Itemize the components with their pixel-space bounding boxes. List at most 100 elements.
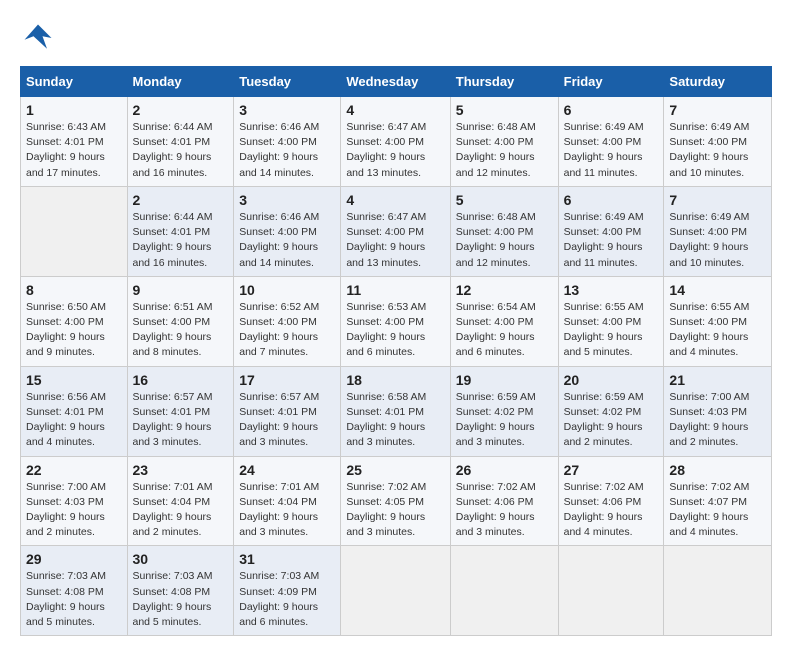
calendar-cell: 22Sunrise: 7:00 AM Sunset: 4:03 PM Dayli… <box>21 456 128 546</box>
day-number: 27 <box>564 462 659 478</box>
day-info: Sunrise: 6:50 AM Sunset: 4:00 PM Dayligh… <box>26 300 122 361</box>
calendar-cell: 7 Sunrise: 6:49 AM Sunset: 4:00 PM Daylig… <box>664 186 772 276</box>
day-info: Sunrise: 6:54 AM Sunset: 4:00 PM Dayligh… <box>456 300 553 361</box>
day-number: 16 <box>133 372 229 388</box>
calendar-cell: 5 Sunrise: 6:48 AM Sunset: 4:00 PM Daylig… <box>450 186 558 276</box>
calendar-week-3: 15 Sunrise: 6:56 AM Sunset: 4:01 PM Dayli… <box>21 366 772 456</box>
calendar-cell: 26Sunrise: 7:02 AM Sunset: 4:06 PM Dayli… <box>450 456 558 546</box>
calendar-cell: 24Sunrise: 7:01 AM Sunset: 4:04 PM Dayli… <box>234 456 341 546</box>
day-number: 3 <box>239 102 335 118</box>
day-number: 30 <box>133 551 229 567</box>
day-info: Sunrise: 6:52 AM Sunset: 4:00 PM Dayligh… <box>239 300 335 361</box>
day-info: Sunrise: 6:57 AM Sunset: 4:01 PM Dayligh… <box>133 390 229 451</box>
day-number: 8 <box>26 282 122 298</box>
day-info: Sunrise: 6:47 AM Sunset: 4:00 PM Dayligh… <box>346 210 444 271</box>
day-info: Sunrise: 7:02 AM Sunset: 4:06 PM Dayligh… <box>456 480 553 541</box>
calendar-cell: 2Sunrise: 6:44 AM Sunset: 4:01 PM Daylig… <box>127 97 234 187</box>
day-number: 10 <box>239 282 335 298</box>
calendar-week-1: 2Sunrise: 6:44 AM Sunset: 4:01 PM Daylig… <box>21 186 772 276</box>
day-info: Sunrise: 6:46 AM Sunset: 4:00 PM Dayligh… <box>239 120 335 181</box>
day-number: 20 <box>564 372 659 388</box>
calendar-cell: 3 Sunrise: 6:46 AM Sunset: 4:00 PM Daylig… <box>234 97 341 187</box>
day-number: 22 <box>26 462 122 478</box>
calendar-cell: 10 Sunrise: 6:52 AM Sunset: 4:00 PM Dayli… <box>234 276 341 366</box>
day-number: 5 <box>456 102 553 118</box>
col-header-tuesday: Tuesday <box>234 67 341 97</box>
page-header <box>20 20 772 56</box>
logo-bird-icon <box>20 20 56 56</box>
logo <box>20 20 62 56</box>
day-info: Sunrise: 6:49 AM Sunset: 4:00 PM Dayligh… <box>564 210 659 271</box>
day-number: 13 <box>564 282 659 298</box>
day-number: 4 <box>346 102 444 118</box>
day-info: Sunrise: 6:49 AM Sunset: 4:00 PM Dayligh… <box>669 210 766 271</box>
day-info: Sunrise: 7:02 AM Sunset: 4:06 PM Dayligh… <box>564 480 659 541</box>
day-info: Sunrise: 7:03 AM Sunset: 4:09 PM Dayligh… <box>239 569 335 630</box>
calendar-cell: 19Sunrise: 6:59 AM Sunset: 4:02 PM Dayli… <box>450 366 558 456</box>
day-info: Sunrise: 7:01 AM Sunset: 4:04 PM Dayligh… <box>133 480 229 541</box>
day-number: 5 <box>456 192 553 208</box>
calendar-cell: 4 Sunrise: 6:47 AM Sunset: 4:00 PM Daylig… <box>341 97 450 187</box>
day-info: Sunrise: 6:43 AM Sunset: 4:01 PM Dayligh… <box>26 120 122 181</box>
day-number: 18 <box>346 372 444 388</box>
day-info: Sunrise: 7:03 AM Sunset: 4:08 PM Dayligh… <box>133 569 229 630</box>
calendar-cell: 31 Sunrise: 7:03 AM Sunset: 4:09 PM Dayli… <box>234 546 341 636</box>
calendar-cell <box>341 546 450 636</box>
day-number: 21 <box>669 372 766 388</box>
calendar-cell: 25 Sunrise: 7:02 AM Sunset: 4:05 PM Dayli… <box>341 456 450 546</box>
day-info: Sunrise: 6:47 AM Sunset: 4:00 PM Dayligh… <box>346 120 444 181</box>
day-info: Sunrise: 7:02 AM Sunset: 4:05 PM Dayligh… <box>346 480 444 541</box>
day-number: 3 <box>239 192 335 208</box>
calendar-cell: 8 Sunrise: 6:50 AM Sunset: 4:00 PM Daylig… <box>21 276 128 366</box>
calendar-cell: 16 Sunrise: 6:57 AM Sunset: 4:01 PM Dayli… <box>127 366 234 456</box>
calendar-cell: 11Sunrise: 6:53 AM Sunset: 4:00 PM Dayli… <box>341 276 450 366</box>
day-number: 7 <box>669 102 766 118</box>
day-info: Sunrise: 6:49 AM Sunset: 4:00 PM Dayligh… <box>669 120 766 181</box>
day-number: 1 <box>26 102 122 118</box>
calendar-cell: 21 Sunrise: 7:00 AM Sunset: 4:03 PM Dayli… <box>664 366 772 456</box>
day-number: 25 <box>346 462 444 478</box>
calendar-cell <box>558 546 664 636</box>
day-number: 31 <box>239 551 335 567</box>
calendar-cell <box>450 546 558 636</box>
col-header-sunday: Sunday <box>21 67 128 97</box>
day-number: 6 <box>564 102 659 118</box>
day-number: 24 <box>239 462 335 478</box>
calendar-cell: 12 Sunrise: 6:54 AM Sunset: 4:00 PM Dayli… <box>450 276 558 366</box>
day-info: Sunrise: 7:00 AM Sunset: 4:03 PM Dayligh… <box>669 390 766 451</box>
day-number: 29 <box>26 551 122 567</box>
col-header-wednesday: Wednesday <box>341 67 450 97</box>
day-info: Sunrise: 6:48 AM Sunset: 4:00 PM Dayligh… <box>456 120 553 181</box>
day-number: 7 <box>669 192 766 208</box>
calendar-cell: 28 Sunrise: 7:02 AM Sunset: 4:07 PM Dayli… <box>664 456 772 546</box>
day-info: Sunrise: 6:46 AM Sunset: 4:00 PM Dayligh… <box>239 210 335 271</box>
day-number: 11 <box>346 282 444 298</box>
calendar-cell: 4Sunrise: 6:47 AM Sunset: 4:00 PM Daylig… <box>341 186 450 276</box>
day-number: 12 <box>456 282 553 298</box>
calendar-cell <box>21 186 128 276</box>
calendar-cell: 5 Sunrise: 6:48 AM Sunset: 4:00 PM Daylig… <box>450 97 558 187</box>
calendar-cell: 27 Sunrise: 7:02 AM Sunset: 4:06 PM Dayli… <box>558 456 664 546</box>
calendar-cell: 14Sunrise: 6:55 AM Sunset: 4:00 PM Dayli… <box>664 276 772 366</box>
calendar-cell: 7 Sunrise: 6:49 AM Sunset: 4:00 PM Daylig… <box>664 97 772 187</box>
calendar-cell: 6 Sunrise: 6:49 AM Sunset: 4:00 PM Daylig… <box>558 186 664 276</box>
calendar-cell: 17Sunrise: 6:57 AM Sunset: 4:01 PM Dayli… <box>234 366 341 456</box>
day-number: 28 <box>669 462 766 478</box>
calendar-table: SundayMondayTuesdayWednesdayThursdayFrid… <box>20 66 772 636</box>
calendar-cell: 30 Sunrise: 7:03 AM Sunset: 4:08 PM Dayli… <box>127 546 234 636</box>
calendar-week-5: 29 Sunrise: 7:03 AM Sunset: 4:08 PM Dayli… <box>21 546 772 636</box>
calendar-cell: 29Sunrise: 7:03 AM Sunset: 4:08 PM Dayli… <box>21 546 128 636</box>
col-header-saturday: Saturday <box>664 67 772 97</box>
calendar-cell: 13Sunrise: 6:55 AM Sunset: 4:00 PM Dayli… <box>558 276 664 366</box>
day-info: Sunrise: 6:57 AM Sunset: 4:01 PM Dayligh… <box>239 390 335 451</box>
day-number: 15 <box>26 372 122 388</box>
day-info: Sunrise: 6:59 AM Sunset: 4:02 PM Dayligh… <box>456 390 553 451</box>
day-info: Sunrise: 6:56 AM Sunset: 4:01 PM Dayligh… <box>26 390 122 451</box>
col-header-thursday: Thursday <box>450 67 558 97</box>
calendar-cell: 3 Sunrise: 6:46 AM Sunset: 4:00 PM Daylig… <box>234 186 341 276</box>
day-number: 6 <box>564 192 659 208</box>
calendar-cell: 23Sunrise: 7:01 AM Sunset: 4:04 PM Dayli… <box>127 456 234 546</box>
day-info: Sunrise: 6:48 AM Sunset: 4:00 PM Dayligh… <box>456 210 553 271</box>
calendar-cell <box>664 546 772 636</box>
day-info: Sunrise: 7:02 AM Sunset: 4:07 PM Dayligh… <box>669 480 766 541</box>
